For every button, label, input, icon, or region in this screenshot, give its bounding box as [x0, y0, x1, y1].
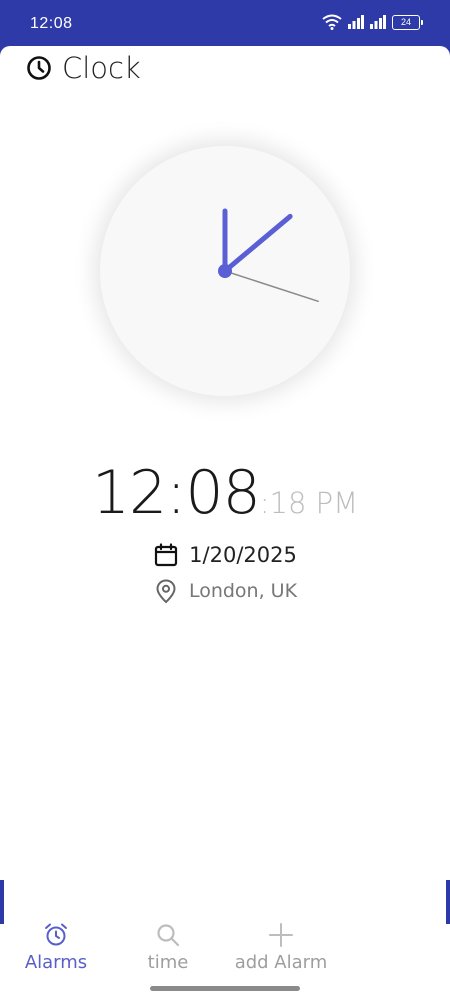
battery-icon: 24 — [392, 14, 423, 30]
alarm-clock-icon — [45, 923, 67, 946]
nav-time[interactable]: time — [108, 922, 228, 973]
location-pin-icon — [156, 579, 176, 604]
minute-hand — [222, 213, 293, 274]
date-row: 1/20/2025 — [0, 542, 450, 568]
analog-clock-face — [100, 146, 350, 396]
signal-icon — [370, 15, 386, 29]
nav-add-alarm-label: add Alarm — [234, 952, 328, 973]
calendar-icon — [155, 543, 178, 567]
status-bar: 12:08 24 — [0, 0, 450, 48]
date-text: 1/20/2025 — [189, 543, 297, 567]
page-title: Clock — [62, 51, 141, 85]
nav-alarms-label: Alarms — [24, 952, 88, 973]
nav-alarms[interactable]: Alarms — [0, 922, 116, 973]
status-icons: 24 — [322, 14, 423, 30]
home-indicator[interactable] — [150, 986, 300, 991]
app-screen: Clock 12:08:18 PM 1/20/2025 London, UK A… — [0, 46, 450, 1000]
clock-icon — [27, 56, 51, 80]
plus-icon — [269, 923, 293, 947]
search-icon — [157, 924, 180, 947]
second-hand — [224, 270, 319, 303]
nav-add-alarm[interactable]: add Alarm — [221, 922, 341, 973]
wifi-icon — [322, 14, 342, 30]
edge-strip — [0, 880, 4, 924]
digital-seconds: :18 PM — [259, 486, 359, 520]
digital-time: 12:08 — [91, 458, 261, 528]
bottom-navigation: Alarms time add Alarm — [0, 922, 450, 982]
app-header: Clock — [26, 50, 141, 86]
analog-clock — [218, 208, 319, 303]
nav-time-label: time — [147, 952, 189, 973]
battery-level: 24 — [400, 16, 411, 27]
clock-center-dot — [218, 264, 232, 278]
status-time: 12:08 — [30, 15, 73, 32]
digital-clock: 12:08:18 PM — [0, 458, 450, 528]
signal-icon — [348, 15, 364, 29]
location-text: London, UK — [188, 580, 298, 602]
edge-strip — [446, 880, 450, 924]
location-row: London, UK — [0, 578, 450, 604]
